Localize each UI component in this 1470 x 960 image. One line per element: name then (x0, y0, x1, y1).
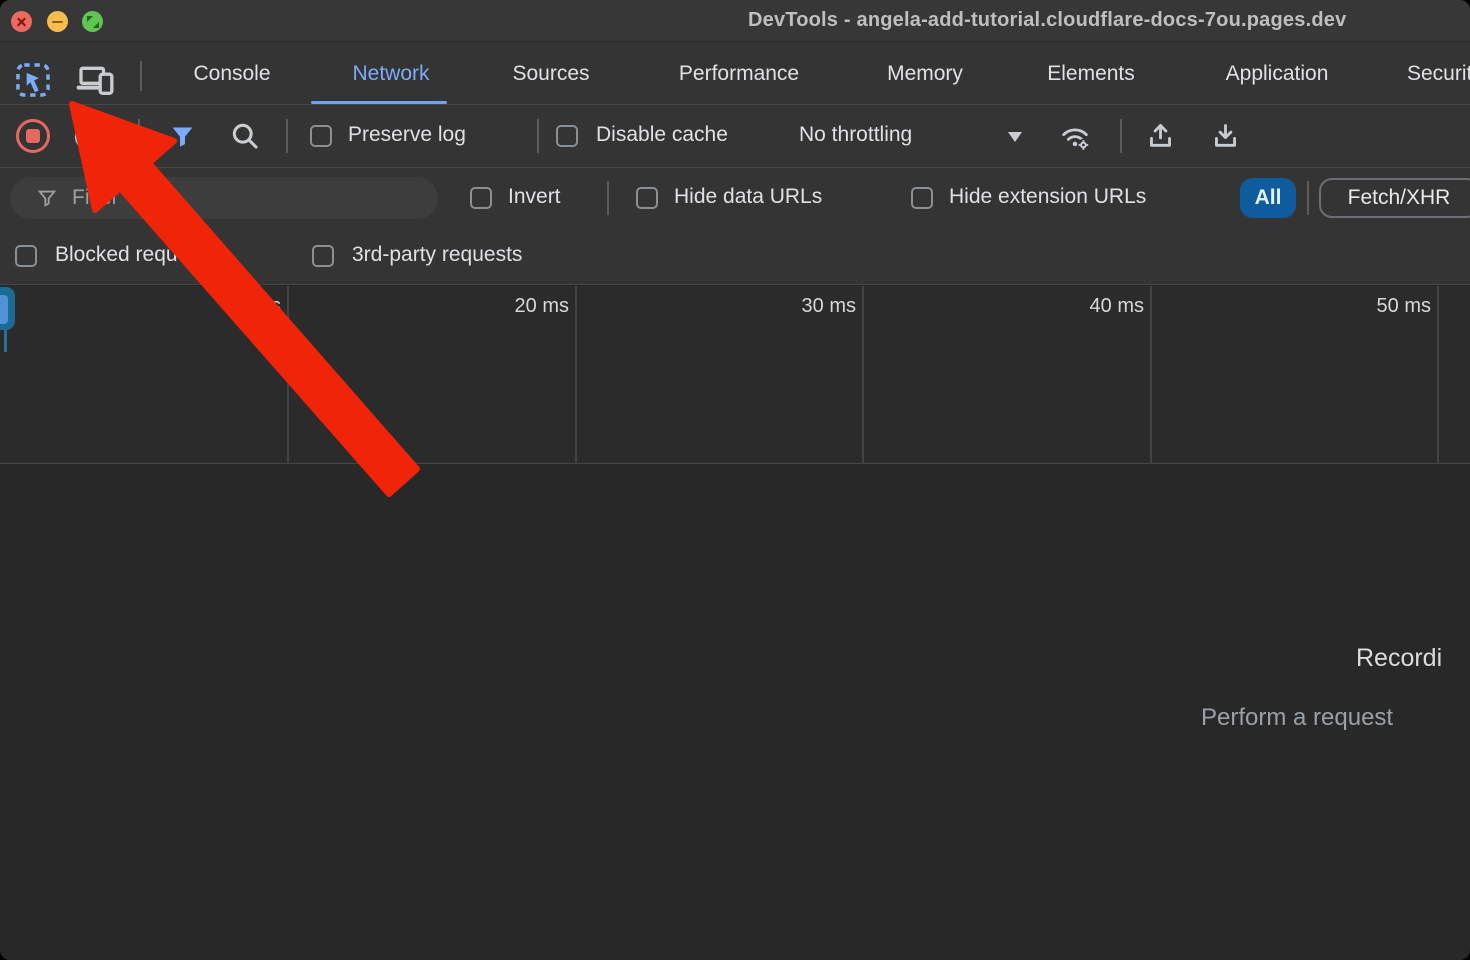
timeline-tick-label: 40 ms (1040, 295, 1144, 318)
search-button[interactable] (229, 120, 261, 152)
tab-performance[interactable]: Performance (679, 62, 799, 86)
hide-data-urls-label: Hide data URLs (674, 185, 822, 209)
title-bar: DevTools - angela-add-tutorial.cloudflar… (0, 0, 1470, 42)
tab-application[interactable]: Application (1226, 62, 1329, 86)
selected-tab-underline (311, 101, 447, 104)
timeline-tick-label: 30 ms (752, 295, 856, 318)
blocked-requests-checkbox[interactable] (15, 245, 37, 267)
clear-button[interactable] (75, 124, 101, 150)
import-har-icon (1145, 121, 1176, 152)
filter-bar: Invert Hide data URLs Hide extension URL… (0, 168, 1470, 228)
search-icon (229, 120, 261, 152)
timeline-gridline (862, 286, 864, 464)
toolbar-divider (286, 119, 288, 153)
fullscreen-button[interactable] (82, 11, 103, 32)
device-toolbar-icon (76, 60, 116, 100)
hide-extension-urls-label: Hide extension URLs (949, 185, 1146, 209)
toolbar-divider (537, 119, 539, 153)
toolbar-divider (138, 119, 140, 153)
timeline-resource-marker-stem (4, 330, 7, 352)
request-type-filter-fetch-xhr[interactable]: Fetch/XHR (1319, 178, 1470, 218)
clear-icon (78, 128, 96, 146)
record-button[interactable] (16, 119, 50, 153)
timeline-gridline (575, 286, 577, 464)
blocked-requests-label: Blocked requests (55, 243, 216, 267)
timeline-tick-label: 10 ms (177, 295, 281, 318)
filter-icon (169, 123, 196, 150)
tab-console[interactable]: Console (193, 62, 270, 86)
timeline-gridline (1150, 286, 1152, 464)
timeline-gridline (1437, 286, 1439, 464)
disable-cache-label: Disable cache (596, 123, 728, 147)
import-har-button[interactable] (1145, 121, 1176, 152)
record-icon (26, 129, 40, 143)
inspect-element-icon (14, 61, 52, 99)
preserve-log-checkbox[interactable] (310, 125, 332, 147)
toolbar-divider (140, 61, 142, 91)
chevron-down-icon[interactable] (1008, 132, 1022, 142)
throttling-select[interactable]: No throttling (799, 123, 912, 147)
timeline-resource-marker (0, 287, 15, 330)
preserve-log-label: Preserve log (348, 123, 466, 147)
disable-cache-checkbox[interactable] (556, 125, 578, 147)
tab-memory[interactable]: Memory (887, 62, 963, 86)
hide-data-urls-checkbox[interactable] (636, 187, 658, 209)
minimize-button[interactable] (47, 11, 68, 32)
empty-state-recording-text: Recordi (1356, 644, 1442, 673)
empty-state-hint-text: Perform a request (1201, 704, 1393, 732)
filter-bar-second-row: Blocked requests 3rd-party requests (0, 228, 1470, 285)
network-conditions-icon (1058, 121, 1092, 153)
inspect-element-button[interactable] (14, 61, 52, 99)
tab-security[interactable]: Security (1407, 62, 1470, 86)
window-title: DevTools - angela-add-tutorial.cloudflar… (748, 9, 1346, 32)
tab-bar: Console Network Sources Performance Memo… (0, 42, 1470, 105)
export-har-button[interactable] (1210, 121, 1241, 152)
export-har-icon (1210, 121, 1241, 152)
toolbar-divider (1120, 119, 1122, 153)
third-party-requests-checkbox[interactable] (312, 245, 334, 267)
toolbar-divider (1307, 181, 1309, 215)
network-overview-timeline[interactable]: 10 ms 20 ms 30 ms 40 ms 50 ms (0, 286, 1470, 464)
filter-toggle-button[interactable] (169, 123, 196, 150)
invert-checkbox[interactable] (470, 187, 492, 209)
filter-funnel-icon (36, 187, 58, 209)
close-button[interactable] (11, 11, 32, 32)
hide-extension-urls-checkbox[interactable] (911, 187, 933, 209)
tab-elements[interactable]: Elements (1047, 62, 1135, 86)
device-toolbar-button[interactable] (76, 60, 116, 100)
minimize-icon (52, 21, 63, 23)
timeline-gridline (287, 286, 289, 464)
timeline-tick-label: 50 ms (1327, 295, 1431, 318)
network-toolbar: Preserve log Disable cache No throttling (0, 105, 1470, 168)
third-party-requests-label: 3rd-party requests (352, 243, 522, 267)
devtools-window: DevTools - angela-add-tutorial.cloudflar… (0, 0, 1470, 960)
timeline-tick-label: 20 ms (465, 295, 569, 318)
request-type-filter-all[interactable]: All (1240, 178, 1296, 218)
network-conditions-button[interactable] (1058, 121, 1092, 153)
tab-sources[interactable]: Sources (512, 62, 589, 86)
filter-input-container (10, 177, 438, 219)
invert-label: Invert (508, 185, 561, 209)
tab-network[interactable]: Network (352, 62, 429, 86)
filter-input[interactable] (72, 183, 422, 213)
toolbar-divider (607, 181, 609, 215)
